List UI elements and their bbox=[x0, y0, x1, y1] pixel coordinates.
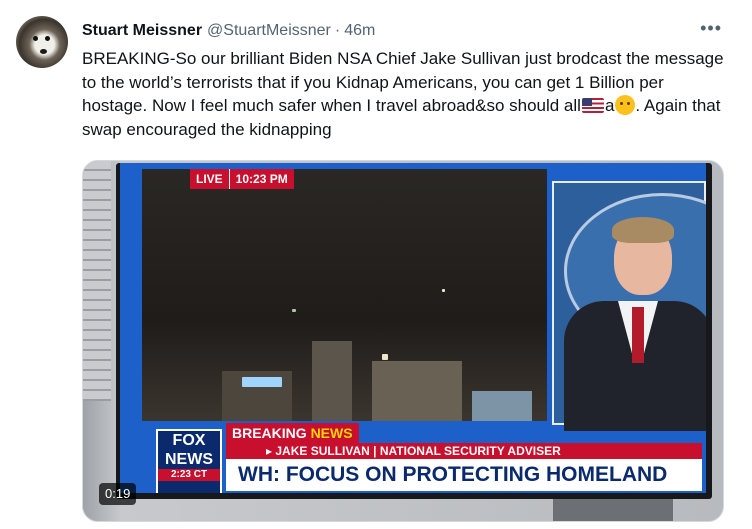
separator: · bbox=[334, 22, 341, 39]
live-time: 10:23 PM bbox=[228, 169, 294, 189]
author-name[interactable]: Stuart Meissner bbox=[82, 22, 202, 40]
avatar[interactable] bbox=[16, 16, 68, 68]
us-flag-emoji bbox=[581, 98, 604, 113]
tv-clock: 2:23 CT bbox=[158, 469, 220, 481]
breaking-word: BREAKING bbox=[232, 425, 307, 441]
press-briefing-feed bbox=[552, 181, 706, 431]
avatar-eye bbox=[33, 36, 38, 41]
timestamp[interactable]: 46m bbox=[344, 22, 375, 40]
more-horizontal-icon[interactable]: ••• bbox=[700, 18, 722, 39]
breaking-news-banner: BREAKING NEWS bbox=[226, 423, 359, 443]
tv-screen: LIVE 10:23 PM FOX NEWS 2:23 CT BREAKING … bbox=[120, 163, 706, 493]
light bbox=[382, 354, 388, 360]
light bbox=[442, 289, 445, 292]
avatar-eye bbox=[45, 36, 50, 41]
speaker-tie bbox=[632, 307, 644, 363]
avatar-nose bbox=[40, 49, 47, 54]
tv-stand bbox=[553, 499, 673, 521]
logo-line: NEWS bbox=[165, 451, 213, 468]
news-chyron: FOX NEWS 2:23 CT BREAKING NEWS ▸ JAKE SU… bbox=[156, 423, 706, 493]
tv-frame: LIVE 10:23 PM FOX NEWS 2:23 CT BREAKING … bbox=[116, 163, 712, 499]
building bbox=[472, 391, 532, 421]
chyron-subtitle: ▸ JAKE SULLIVAN | NATIONAL SECURITY ADVI… bbox=[226, 443, 702, 459]
live-box: LIVE 10:23 PM bbox=[190, 169, 294, 189]
tweet-header: Stuart Meissner @StuartMeissner · 46m bbox=[82, 20, 375, 42]
light bbox=[292, 309, 296, 312]
author-handle[interactable]: @StuartMeissner bbox=[207, 22, 331, 40]
building bbox=[312, 341, 352, 421]
chyron-headline: WH: FOCUS ON PROTECTING HOMELAND bbox=[226, 459, 702, 491]
video-player[interactable]: LIVE 10:23 PM FOX NEWS 2:23 CT BREAKING … bbox=[82, 160, 724, 522]
news-word: NEWS bbox=[310, 425, 353, 441]
building bbox=[372, 361, 462, 421]
rolling-eyes-emoji bbox=[615, 95, 636, 115]
fox-news-logo: FOX NEWS 2:23 CT bbox=[156, 429, 222, 493]
tweet[interactable]: Stuart Meissner @StuartMeissner · 46m ••… bbox=[0, 0, 752, 529]
night-city-feed: LIVE 10:23 PM bbox=[142, 169, 547, 421]
tweet-text: BREAKING-So our brilliant Biden NSA Chie… bbox=[82, 47, 732, 141]
video-vent bbox=[83, 161, 111, 401]
logo-line: FOX bbox=[172, 432, 206, 449]
light bbox=[242, 377, 282, 387]
tweet-text-part: a bbox=[604, 96, 615, 115]
speaker-hair bbox=[612, 217, 674, 243]
video-duration: 0:19 bbox=[99, 483, 137, 505]
live-label: LIVE bbox=[190, 169, 229, 189]
